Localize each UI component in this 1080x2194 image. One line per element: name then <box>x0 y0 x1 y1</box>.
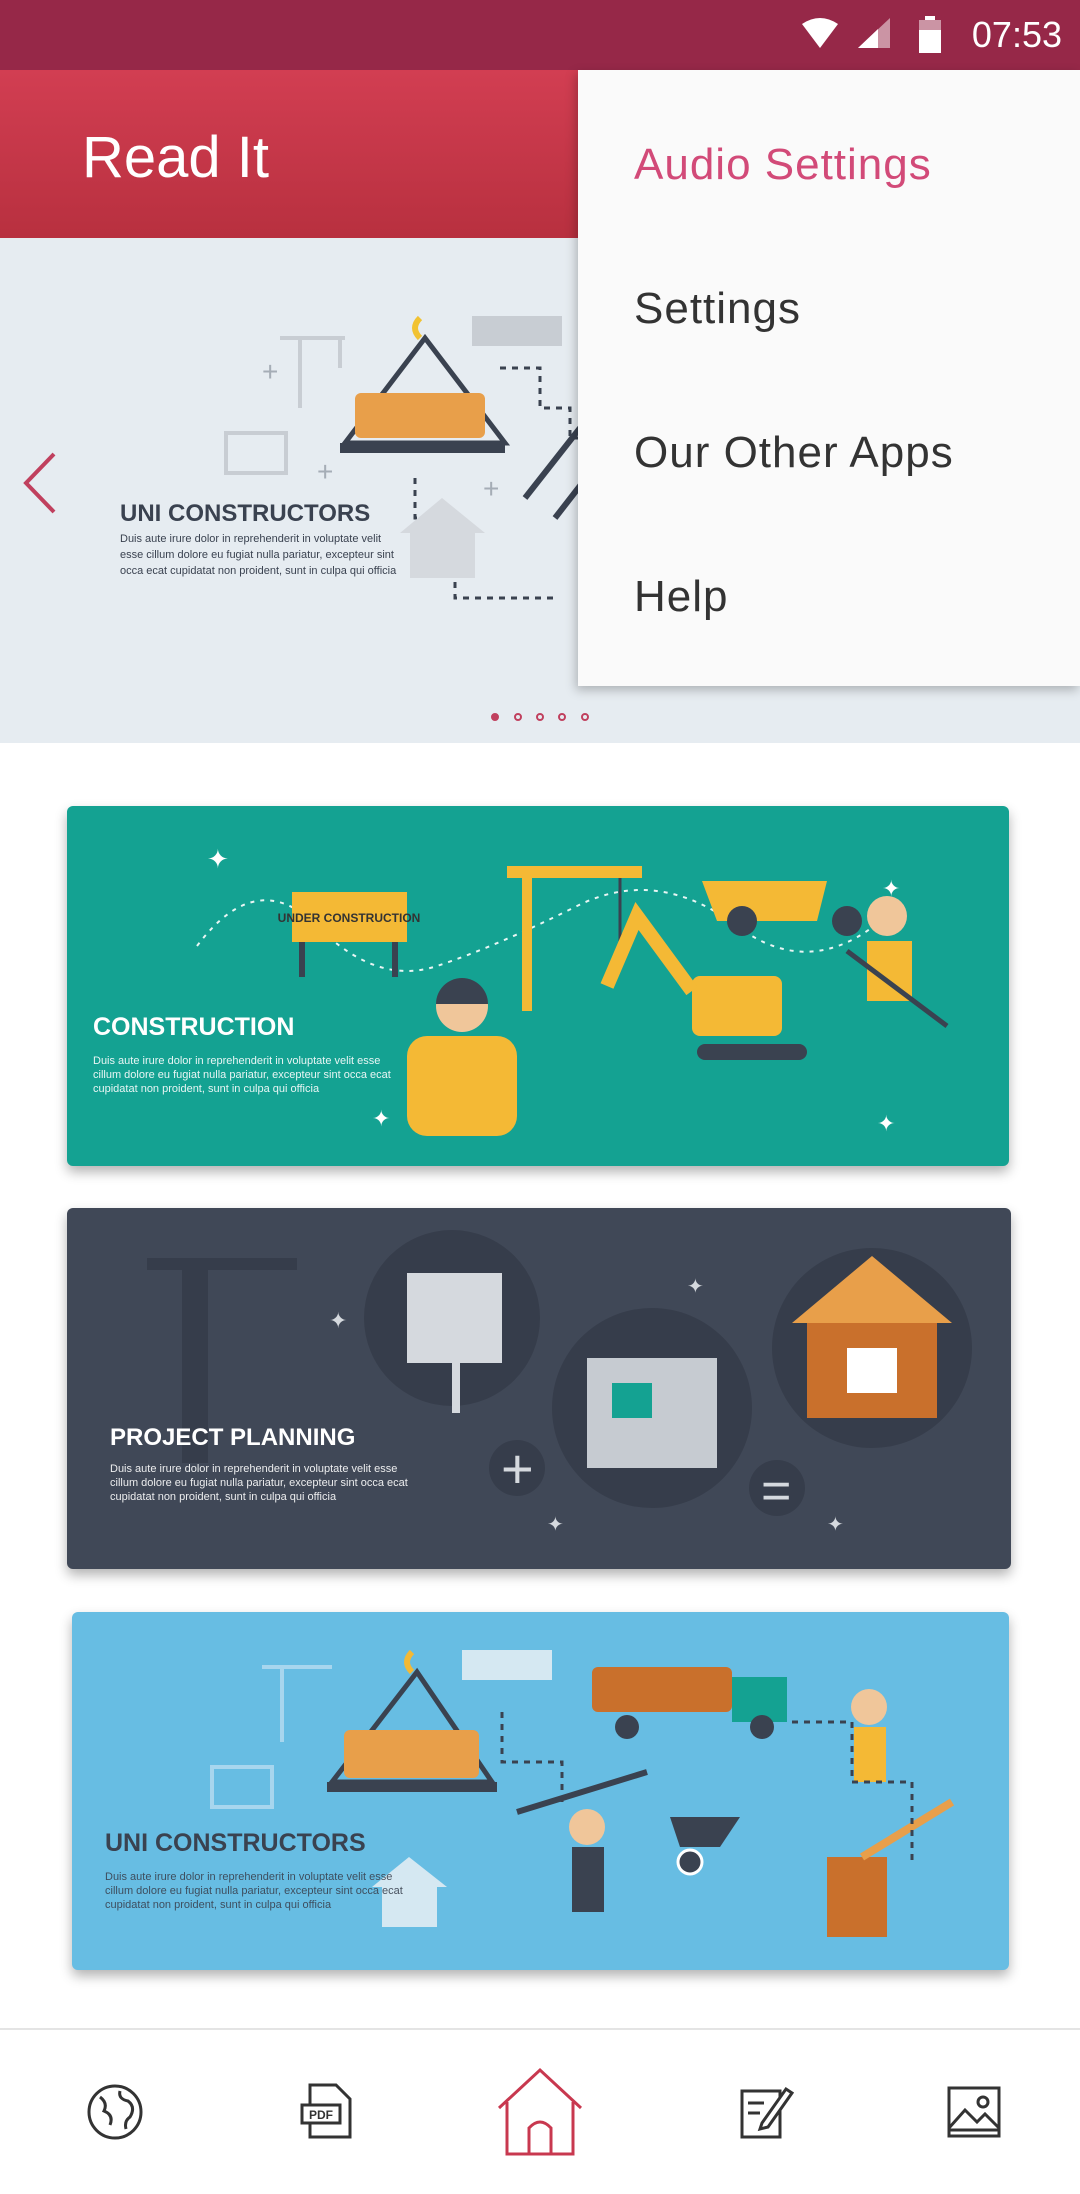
nav-globe[interactable] <box>45 2030 185 2194</box>
menu-item-help[interactable]: Help <box>634 572 729 622</box>
svg-text:+: + <box>262 356 278 387</box>
svg-text:+: + <box>483 473 499 504</box>
svg-text:✦: ✦ <box>207 844 229 874</box>
carousel-indicator <box>0 708 1080 726</box>
carousel-dot[interactable] <box>513 713 522 721</box>
svg-text:✦: ✦ <box>687 1276 704 1298</box>
menu-item-audio-settings[interactable]: Audio Settings <box>634 140 932 190</box>
banner-title: CONSTRUCTION <box>93 1013 295 1041</box>
menu-item-other-apps[interactable]: Our Other Apps <box>634 428 954 478</box>
svg-text:✦: ✦ <box>827 1514 844 1536</box>
app-title: Read It <box>82 125 269 190</box>
carousel-slide-text: Duis aute irure dolor in reprehenderit i… <box>120 533 397 577</box>
under-construction-sign-text: UNDER CONSTRUCTION <box>278 911 421 925</box>
nav-pdf[interactable]: PDF <box>258 2030 398 2194</box>
carousel-dot[interactable] <box>580 713 589 721</box>
banner-uni-constructors[interactable]: UNI CONSTRUCTORS Duis aute irure dolor i… <box>72 1612 1009 1970</box>
image-icon <box>947 2086 1001 2138</box>
svg-text:+: + <box>317 456 333 487</box>
banner-title: PROJECT PLANNING <box>110 1424 356 1451</box>
battery-icon <box>919 16 941 53</box>
svg-text:+: + <box>501 1437 534 1500</box>
cellular-signal-icon <box>858 18 890 48</box>
overflow-menu: Audio Settings Settings Our Other Apps H… <box>578 70 1080 686</box>
carousel-dot[interactable] <box>491 713 500 721</box>
banner-title: UNI CONSTRUCTORS <box>105 1829 366 1857</box>
carousel-dot[interactable] <box>558 713 567 721</box>
carousel-prev-arrow-icon[interactable] <box>20 448 60 518</box>
carousel-slide-title: UNI CONSTRUCTORS <box>120 500 371 527</box>
construction-illustration: UNDER CONSTRUCTION ✦ ✦ ✦ ✦ <box>196 844 949 1136</box>
pdf-icon: PDF <box>300 2083 352 2139</box>
edit-icon <box>740 2086 794 2139</box>
globe-icon <box>87 2084 143 2140</box>
svg-text:✦: ✦ <box>547 1514 564 1536</box>
menu-item-settings[interactable]: Settings <box>634 284 801 334</box>
banner-description: Duis aute irure dolor in reprehenderit i… <box>110 1463 408 1503</box>
project-planning-illustration: + = ✦ ✦ ✦ ✦ <box>147 1230 972 1536</box>
uni-constructors-illustration <box>210 1649 955 1937</box>
svg-text:✦: ✦ <box>372 1106 390 1131</box>
wifi-icon <box>802 18 838 48</box>
carousel-dot[interactable] <box>536 713 544 721</box>
nav-image[interactable] <box>904 2030 1044 2194</box>
banner-construction[interactable]: UNDER CONSTRUCTION ✦ ✦ ✦ ✦ CONSTRUCTION … <box>67 806 1009 1166</box>
svg-text:=: = <box>761 1462 791 1520</box>
banner-description: Duis aute irure dolor in reprehenderit i… <box>105 1871 403 1911</box>
nav-edit[interactable] <box>696 2030 836 2194</box>
status-bar: 07:53 <box>0 0 1080 70</box>
svg-text:✦: ✦ <box>329 1308 347 1333</box>
svg-text:✦: ✦ <box>877 1111 895 1136</box>
bottom-navigation: PDF <box>0 2028 1080 2194</box>
banner-project-planning[interactable]: + = ✦ ✦ ✦ ✦ PROJECT PLANNING Duis aute i… <box>67 1208 1011 1569</box>
home-icon <box>497 2067 583 2156</box>
status-time: 07:53 <box>971 14 1062 55</box>
svg-text:✦: ✦ <box>882 876 900 901</box>
banner-description: Duis aute irure dolor in reprehenderit i… <box>93 1055 391 1095</box>
nav-home[interactable] <box>470 2030 610 2194</box>
pdf-icon-label: PDF <box>309 2108 333 2122</box>
